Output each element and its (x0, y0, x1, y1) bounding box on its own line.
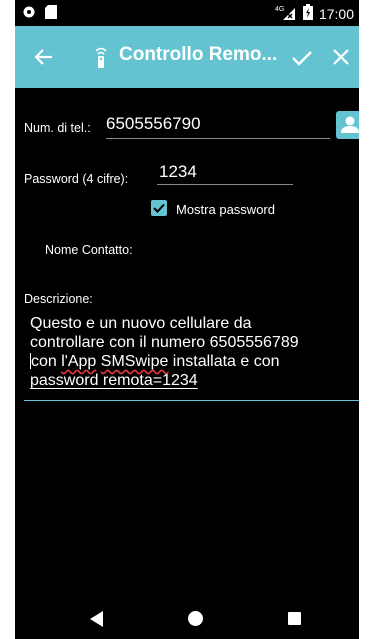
remote-control-icon (93, 46, 109, 68)
svg-text:4G: 4G (275, 6, 284, 13)
misspelled-word: l'App (61, 353, 97, 370)
confirm-check-icon[interactable] (290, 46, 314, 70)
page-title: Controllo Remo... (119, 44, 278, 65)
phone-label: Num. di tel.: (24, 121, 91, 135)
description-line: Questo e un nuovo cellulare da (30, 315, 252, 332)
description-text: Questo e un nuovo cellulare da controlla… (30, 314, 355, 390)
description-textarea[interactable]: Questo e un nuovo cellulare da controlla… (24, 309, 359, 401)
close-icon[interactable] (330, 46, 352, 68)
location-icon (23, 5, 35, 24)
password-input[interactable]: 1234 (157, 162, 293, 185)
nav-back-icon[interactable] (90, 611, 104, 632)
back-arrow-icon[interactable] (31, 44, 57, 70)
person-icon (336, 116, 359, 143)
password-label: Password (4 cifre): (24, 172, 129, 186)
description-line-spellchecked: con l'App SMSwipe installata e con (30, 353, 280, 370)
misspelled-word: SMSwipe (100, 353, 169, 370)
app-bar: Controllo Remo... (15, 26, 359, 88)
phone-number-input[interactable]: 6505556790 (106, 114, 330, 139)
description-line: controllare con il numero 6505556789 (30, 334, 299, 351)
navigation-bar (15, 597, 359, 639)
nav-home-icon[interactable] (188, 611, 203, 626)
status-bar: 4G 17:00 (15, 0, 359, 26)
contact-name-label: Nome Contatto: (45, 243, 133, 257)
signal-icon: 4G (275, 4, 297, 23)
sd-card-icon (45, 5, 57, 24)
show-password-checkbox[interactable] (151, 200, 167, 216)
battery-icon (302, 4, 313, 23)
app-screen: 4G 17:00 Controllo Remo... Num. di tel.:… (15, 0, 359, 639)
description-line: password remota=1234 (30, 372, 198, 389)
status-time: 17:00 (318, 5, 354, 22)
description-label: Descrizione: (24, 292, 93, 306)
check-icon (151, 203, 167, 220)
contact-picker-button[interactable] (336, 111, 359, 139)
nav-recents-icon[interactable] (288, 612, 301, 625)
show-password-label[interactable]: Mostra password (176, 202, 275, 217)
